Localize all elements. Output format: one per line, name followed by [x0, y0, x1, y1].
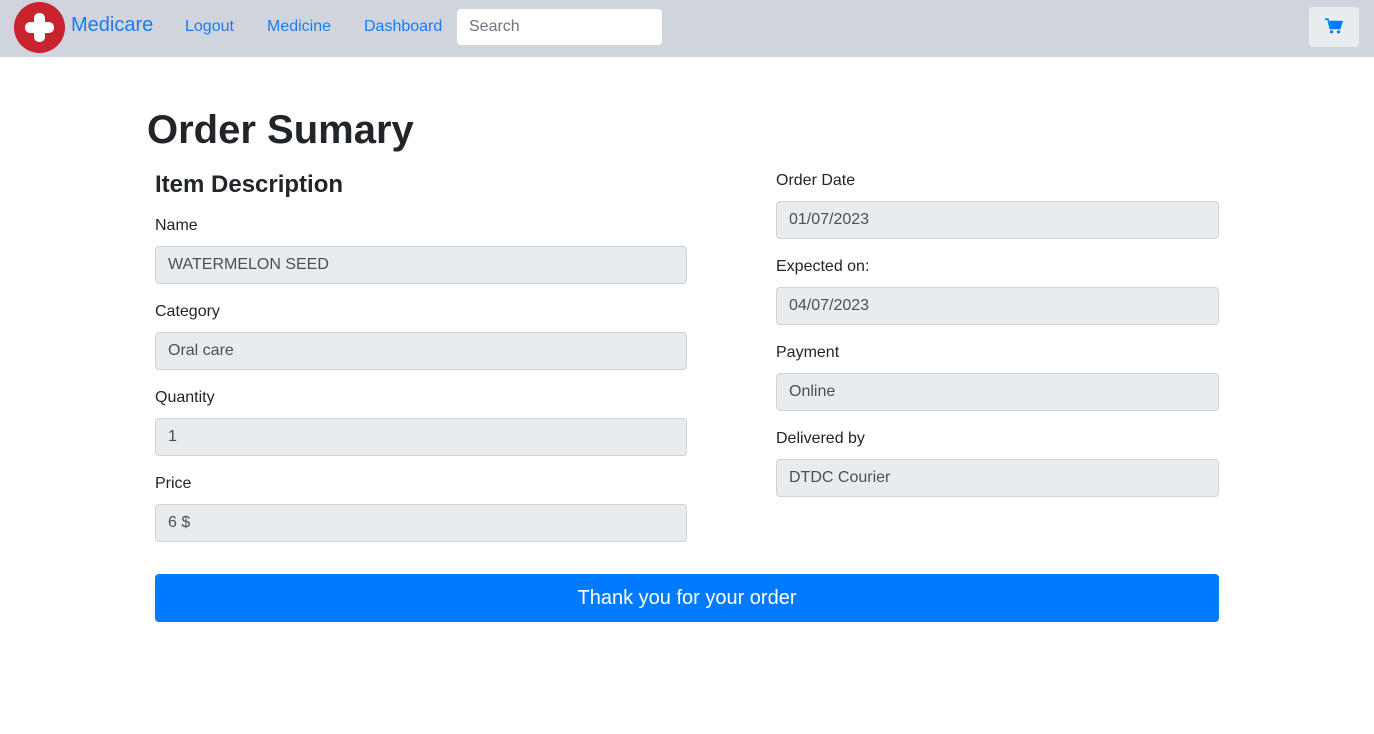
category-field[interactable] — [155, 332, 687, 370]
brand-name: Medicare — [71, 14, 154, 36]
category-label: Category — [155, 303, 220, 320]
medical-cross-icon — [14, 2, 65, 53]
quantity-label: Quantity — [155, 389, 215, 406]
name-label: Name — [155, 217, 198, 234]
search-input[interactable] — [457, 9, 662, 45]
brand-link[interactable]: Medicare — [14, 2, 153, 53]
price-label: Price — [155, 475, 192, 492]
expected-on-field[interactable] — [776, 287, 1219, 325]
quantity-field[interactable] — [155, 418, 687, 456]
order-date-label: Order Date — [776, 172, 856, 189]
nav-link-logout[interactable]: Logout — [185, 18, 234, 36]
delivered-by-field[interactable] — [776, 459, 1219, 497]
name-field[interactable] — [155, 246, 687, 284]
nav-link-dashboard[interactable]: Dashboard — [364, 18, 442, 36]
thank-you-button[interactable]: Thank you for your order — [155, 574, 1219, 622]
item-description-heading: Item Description — [155, 171, 344, 198]
cart-button[interactable] — [1309, 7, 1359, 47]
shopping-cart-icon — [1325, 17, 1343, 37]
order-date-field[interactable] — [776, 201, 1219, 239]
delivered-by-label: Delivered by — [776, 430, 865, 447]
price-field[interactable] — [155, 504, 687, 542]
expected-on-label: Expected on: — [776, 258, 870, 275]
top-navbar: Medicare Logout Medicine Dashboard — [0, 0, 1374, 57]
nav-link-medicine[interactable]: Medicine — [267, 18, 331, 36]
payment-field[interactable] — [776, 373, 1219, 411]
page-title: Order Sumary — [147, 108, 414, 152]
payment-label: Payment — [776, 344, 840, 361]
